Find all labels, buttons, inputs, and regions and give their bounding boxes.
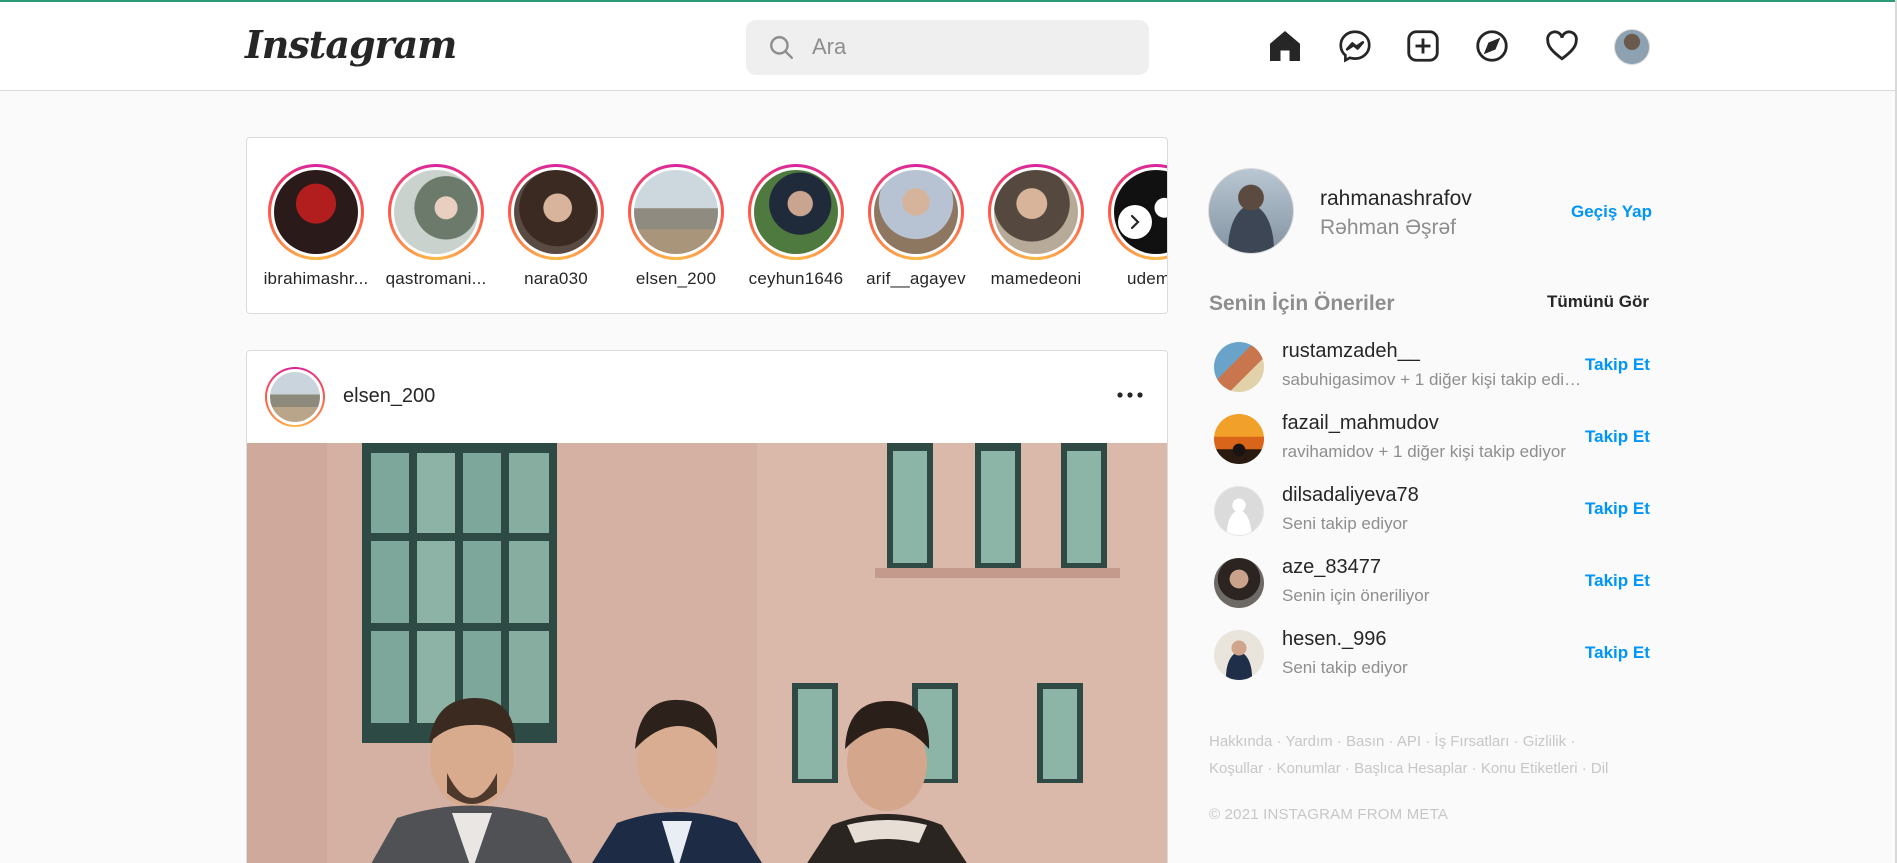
footer-links: Hakkında · Yardım · Basın · API · İş Fır… [1209, 733, 1609, 777]
post-header: elsen_200 [247, 351, 1167, 443]
search-input[interactable] [812, 28, 1132, 66]
story-username: qastromani... [385, 269, 487, 288]
search-box[interactable] [746, 20, 1149, 75]
story-username: nara030 [524, 269, 588, 288]
stories-tray: ibrahimashr... qastromani... nara030 els… [246, 137, 1168, 314]
suggestion-item: rustamzadeh__ sabuhigasimov + 1 diğer ki… [1214, 338, 1650, 394]
story-item[interactable]: ibrahimashr... [261, 164, 371, 289]
current-user-avatar[interactable] [1208, 168, 1294, 254]
suggestion-avatar[interactable] [1214, 558, 1264, 608]
stories-next-button[interactable] [1118, 205, 1152, 239]
copyright: © 2021 INSTAGRAM FROM META [1209, 806, 1449, 823]
messenger-icon[interactable] [1337, 28, 1373, 64]
footer-link[interactable]: Konumlar [1277, 760, 1341, 777]
suggestion-item: aze_83477 Senin için öneriliyor Takip Et [1214, 554, 1650, 610]
follow-button[interactable]: Takip Et [1585, 427, 1650, 447]
post-photo[interactable] [247, 443, 1167, 863]
story-username: mamedeoni [990, 269, 1082, 288]
follow-button[interactable]: Takip Et [1585, 643, 1650, 663]
suggestion-username[interactable]: aze_83477 [1282, 556, 1381, 579]
suggestion-avatar[interactable] [1214, 414, 1264, 464]
story-item[interactable]: ceyhun1646 [741, 164, 851, 289]
footer-link[interactable]: Gizlilik [1523, 733, 1566, 750]
suggestions-title: Senin İçin Öneriler [1209, 292, 1395, 315]
switch-account-button[interactable]: Geçiş Yap [1571, 202, 1652, 222]
current-user-fullname: Rəhman Əşrəf [1320, 216, 1457, 239]
footer-link[interactable]: Başlıca Hesaplar [1354, 760, 1467, 777]
suggestion-username[interactable]: dilsadaliyeva78 [1282, 484, 1419, 507]
suggestion-item: dilsadaliyeva78 Seni takip ediyor Takip … [1214, 482, 1650, 538]
story-username: arif__agayev [866, 269, 966, 288]
suggestion-avatar[interactable] [1214, 630, 1264, 680]
footer-link[interactable]: Yardım [1285, 733, 1332, 750]
story-username: elsen_200 [635, 269, 717, 288]
footer-link[interactable]: Konu Etiketleri [1481, 760, 1578, 777]
footer-link[interactable]: Dil [1591, 760, 1609, 777]
chevron-right-icon [1130, 214, 1140, 230]
suggestion-subtitle: sabuhigasimov + 1 diğer kişi takip ediyo… [1282, 370, 1582, 389]
post-author-username[interactable]: elsen_200 [343, 385, 435, 408]
footer-link[interactable]: Hakkında [1209, 733, 1272, 750]
story-item[interactable]: mamedeoni [981, 164, 1091, 289]
follow-button[interactable]: Takip Et [1585, 355, 1650, 375]
story-item[interactable]: elsen_200 [621, 164, 731, 289]
footer-link[interactable]: İş Fırsatları [1434, 733, 1509, 750]
suggestion-username[interactable]: rustamzadeh__ [1282, 340, 1420, 363]
current-user-username[interactable]: rahmanashrafov [1320, 187, 1472, 211]
suggestion-item: fazail_mahmudov ravihamidov + 1 diğer ki… [1214, 410, 1650, 466]
story-item[interactable]: qastromani... [381, 164, 491, 289]
follow-button[interactable]: Takip Et [1585, 571, 1650, 591]
follow-button[interactable]: Takip Et [1585, 499, 1650, 519]
suggestion-avatar[interactable] [1214, 342, 1264, 392]
suggestion-avatar[interactable] [1214, 486, 1264, 536]
footer-link[interactable]: Basın [1346, 733, 1384, 750]
instagram-logo[interactable]: Instagram [245, 22, 457, 67]
story-username: udem... [1126, 269, 1167, 288]
post-photo-illustration [247, 443, 1167, 863]
post-author-avatar[interactable] [265, 367, 325, 427]
story-item[interactable]: arif__agayev [861, 164, 971, 289]
new-post-icon[interactable] [1405, 28, 1441, 64]
suggestion-subtitle: Seni takip ediyor [1282, 658, 1408, 677]
suggestion-subtitle: Seni takip ediyor [1282, 514, 1408, 533]
activity-heart-icon[interactable] [1543, 28, 1581, 64]
story-username: ibrahimashr... [263, 269, 369, 288]
footer-link[interactable]: Koşullar [1209, 760, 1263, 777]
more-options-icon[interactable] [1113, 385, 1147, 405]
see-all-button[interactable]: Tümünü Gör [1547, 292, 1649, 312]
story-username: ceyhun1646 [748, 269, 844, 288]
explore-icon[interactable] [1474, 28, 1510, 64]
suggestion-username[interactable]: hesen._996 [1282, 628, 1387, 651]
story-item[interactable]: nara030 [501, 164, 611, 289]
home-icon[interactable] [1266, 28, 1304, 64]
profile-avatar[interactable] [1614, 29, 1650, 65]
suggestion-username[interactable]: fazail_mahmudov [1282, 412, 1439, 435]
search-icon [770, 36, 794, 60]
top-navbar: Instagram [0, 2, 1895, 91]
suggestion-subtitle: ravihamidov + 1 diğer kişi takip ediyor [1282, 442, 1566, 461]
suggestion-subtitle: Senin için öneriliyor [1282, 586, 1430, 605]
feed-post: elsen_200 [246, 350, 1168, 863]
suggestion-item: hesen._996 Seni takip ediyor Takip Et [1214, 626, 1650, 682]
footer-link[interactable]: API [1397, 733, 1421, 750]
